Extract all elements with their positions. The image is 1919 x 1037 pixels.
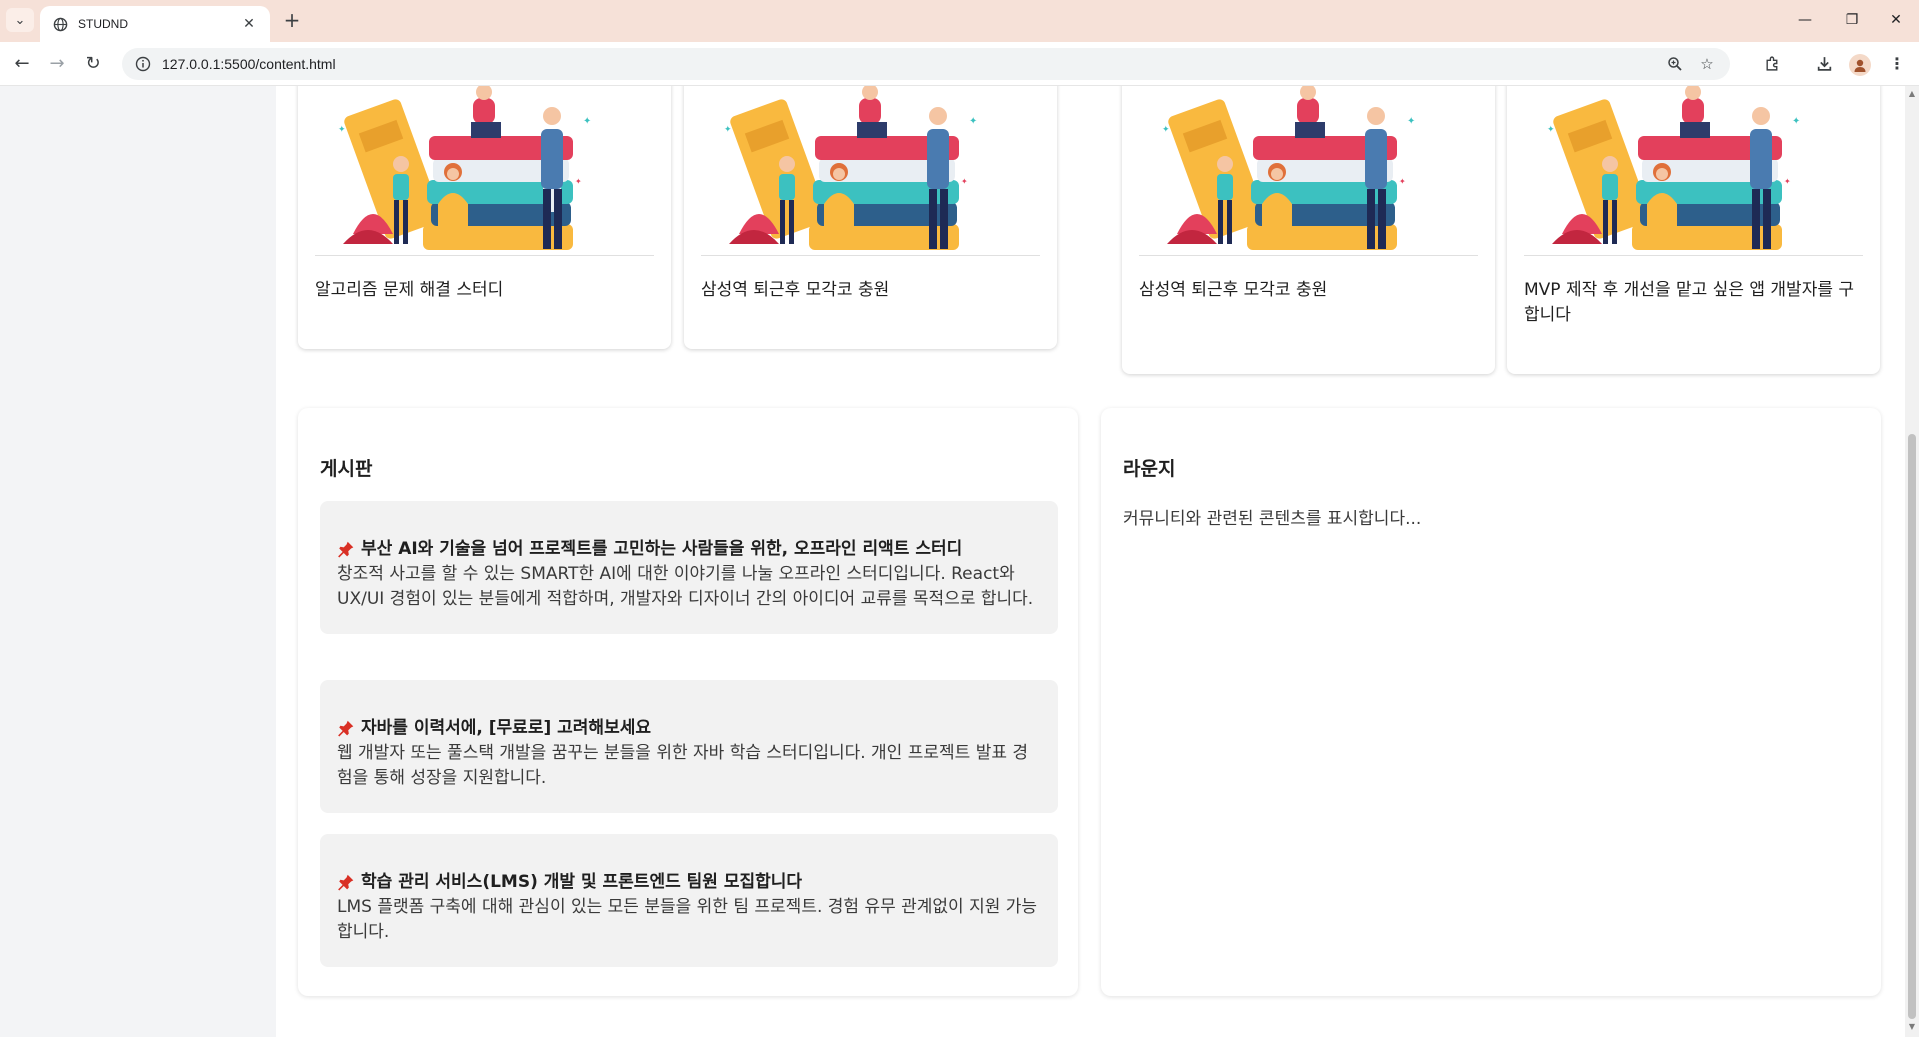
- reload-icon[interactable]: ↻: [81, 52, 105, 76]
- study-illustration: ✦ ✦ ✦: [1162, 86, 1415, 250]
- minimize-icon[interactable]: —: [1785, 8, 1825, 32]
- study-card[interactable]: ✦ ✦ ✦ 삼성역 퇴근후 모각코 충원: [1122, 86, 1495, 374]
- board-title: 게시판: [320, 458, 373, 480]
- card-title: 삼성역 퇴근후 모각코 충원: [701, 280, 890, 300]
- post-body: 웹 개발자 또는 풀스택 개발을 꿈꾸는 분들을 위한 자바 학습 스터디입니다…: [337, 743, 1029, 788]
- url-text: 127.0.0.1:5500/content.html: [162, 56, 336, 72]
- study-illustration: ✦ ✦ ✦: [1547, 86, 1800, 250]
- study-card[interactable]: ✦ ✦ ✦ 삼성역 퇴근후 모각코 충원: [684, 86, 1057, 349]
- globe-icon: [52, 16, 68, 32]
- board-post[interactable]: 부산 AI와 기술을 넘어 프로젝트를 고민하는 사람들을 위한, 오프라인 리…: [320, 501, 1058, 634]
- post-title: 자바를 이력서에, [무료로] 고려해보세요: [361, 718, 651, 738]
- svg-text:✦: ✦: [583, 116, 591, 127]
- address-bar[interactable]: 127.0.0.1:5500/content.html ☆: [122, 48, 1730, 80]
- restore-icon[interactable]: ❐: [1832, 8, 1872, 32]
- menu-icon[interactable]: ⋮: [1886, 53, 1908, 75]
- pin-icon: [337, 540, 357, 560]
- scroll-thumb[interactable]: [1908, 434, 1916, 1019]
- lounge-panel: 라운지 커뮤니티와 관련된 콘텐츠를 표시합니다...: [1101, 408, 1881, 996]
- scroll-down-icon[interactable]: ▼: [1908, 1023, 1916, 1031]
- card-title: 삼성역 퇴근후 모각코 충원: [1139, 280, 1328, 300]
- page-scrollbar[interactable]: ▲ ▼: [1905, 86, 1919, 1037]
- tab-list-icon[interactable]: ⌄: [6, 8, 34, 32]
- tab-strip: ⌄ STUDND ✕ + — ❐ ✕: [0, 0, 1919, 42]
- svg-text:✦: ✦: [961, 177, 968, 186]
- post-title-row: 자바를 이력서에, [무료로] 고려해보세요: [337, 716, 1040, 741]
- post-body: 창조적 사고를 할 수 있는 SMART한 AI에 대한 이야기를 나눌 오프라…: [337, 564, 1034, 609]
- card-title: MVP 제작 후 개선을 맡고 싶은 앱 개발자를 구합니다: [1524, 280, 1855, 325]
- star-icon[interactable]: ☆: [1696, 53, 1718, 75]
- svg-text:✦: ✦: [1399, 177, 1406, 186]
- close-icon[interactable]: ✕: [240, 16, 258, 32]
- card-divider: [1139, 255, 1478, 256]
- tab-title: STUDND: [78, 17, 128, 31]
- card-divider: [1524, 255, 1863, 256]
- browser-toolbar: ← → ↻ 127.0.0.1:5500/content.html ☆ ⋮: [0, 42, 1919, 86]
- study-illustration: ✦ ✦ ✦: [724, 86, 977, 250]
- post-title: 부산 AI와 기술을 넘어 프로젝트를 고민하는 사람들을 위한, 오프라인 리…: [361, 539, 963, 559]
- svg-text:✦: ✦: [1162, 125, 1170, 135]
- svg-text:✦: ✦: [969, 116, 977, 127]
- sidebar: [0, 86, 276, 1037]
- page-viewport: ✦ ✦ ✦ 알고리즘 문제 해결 스터디 ✦ ✦ ✦ 삼성역 퇴근후 모각코 충…: [0, 86, 1905, 1037]
- site-info-icon[interactable]: [134, 55, 152, 73]
- board-panel: 게시판 부산 AI와 기술을 넘어 프로젝트를 고민하는 사람들을 위한, 오프…: [298, 408, 1078, 996]
- plus-icon[interactable]: +: [280, 9, 304, 33]
- svg-text:✦: ✦: [724, 125, 732, 135]
- card-divider: [701, 255, 1040, 256]
- svg-text:✦: ✦: [338, 125, 346, 135]
- svg-text:✦: ✦: [1407, 116, 1415, 127]
- card-title: 알고리즘 문제 해결 스터디: [315, 280, 504, 300]
- study-card[interactable]: ✦ ✦ ✦ 알고리즘 문제 해결 스터디: [298, 86, 671, 349]
- extensions-icon[interactable]: [1761, 53, 1783, 75]
- pin-icon: [337, 873, 357, 893]
- download-icon[interactable]: [1813, 53, 1835, 75]
- study-card[interactable]: ✦ ✦ ✦ MVP 제작 후 개선을 맡고 싶은 앱 개발자를 구합니다: [1507, 86, 1880, 374]
- board-post[interactable]: 학습 관리 서비스(LMS) 개발 및 프론트엔드 팀원 모집합니다 LMS 플…: [320, 834, 1058, 967]
- svg-text:✦: ✦: [1784, 177, 1791, 186]
- svg-text:✦: ✦: [575, 177, 582, 186]
- scroll-up-icon[interactable]: ▲: [1908, 90, 1916, 98]
- back-icon[interactable]: ←: [10, 52, 34, 76]
- post-body: LMS 플랫폼 구축에 대해 관심이 있는 모든 분들을 위한 팀 프로젝트. …: [337, 897, 1038, 942]
- svg-text:✦: ✦: [1792, 116, 1800, 127]
- pin-icon: [337, 719, 357, 739]
- svg-text:✦: ✦: [1547, 125, 1555, 135]
- tab-studnd[interactable]: STUDND ✕: [40, 6, 270, 42]
- study-illustration: ✦ ✦ ✦: [338, 86, 591, 250]
- avatar-icon[interactable]: [1849, 54, 1871, 76]
- post-title-row: 학습 관리 서비스(LMS) 개발 및 프론트엔드 팀원 모집합니다: [337, 870, 1040, 895]
- window-close-icon[interactable]: ✕: [1876, 8, 1916, 32]
- board-post[interactable]: 자바를 이력서에, [무료로] 고려해보세요 웹 개발자 또는 풀스택 개발을 …: [320, 680, 1058, 813]
- post-title: 학습 관리 서비스(LMS) 개발 및 프론트엔드 팀원 모집합니다: [361, 872, 803, 892]
- post-title-row: 부산 AI와 기술을 넘어 프로젝트를 고민하는 사람들을 위한, 오프라인 리…: [337, 537, 1040, 562]
- zoom-icon[interactable]: [1664, 53, 1686, 75]
- forward-icon[interactable]: →: [45, 52, 69, 76]
- lounge-text: 커뮤니티와 관련된 콘텐츠를 표시합니다...: [1123, 509, 1422, 529]
- card-divider: [315, 255, 654, 256]
- lounge-title: 라운지: [1123, 458, 1176, 480]
